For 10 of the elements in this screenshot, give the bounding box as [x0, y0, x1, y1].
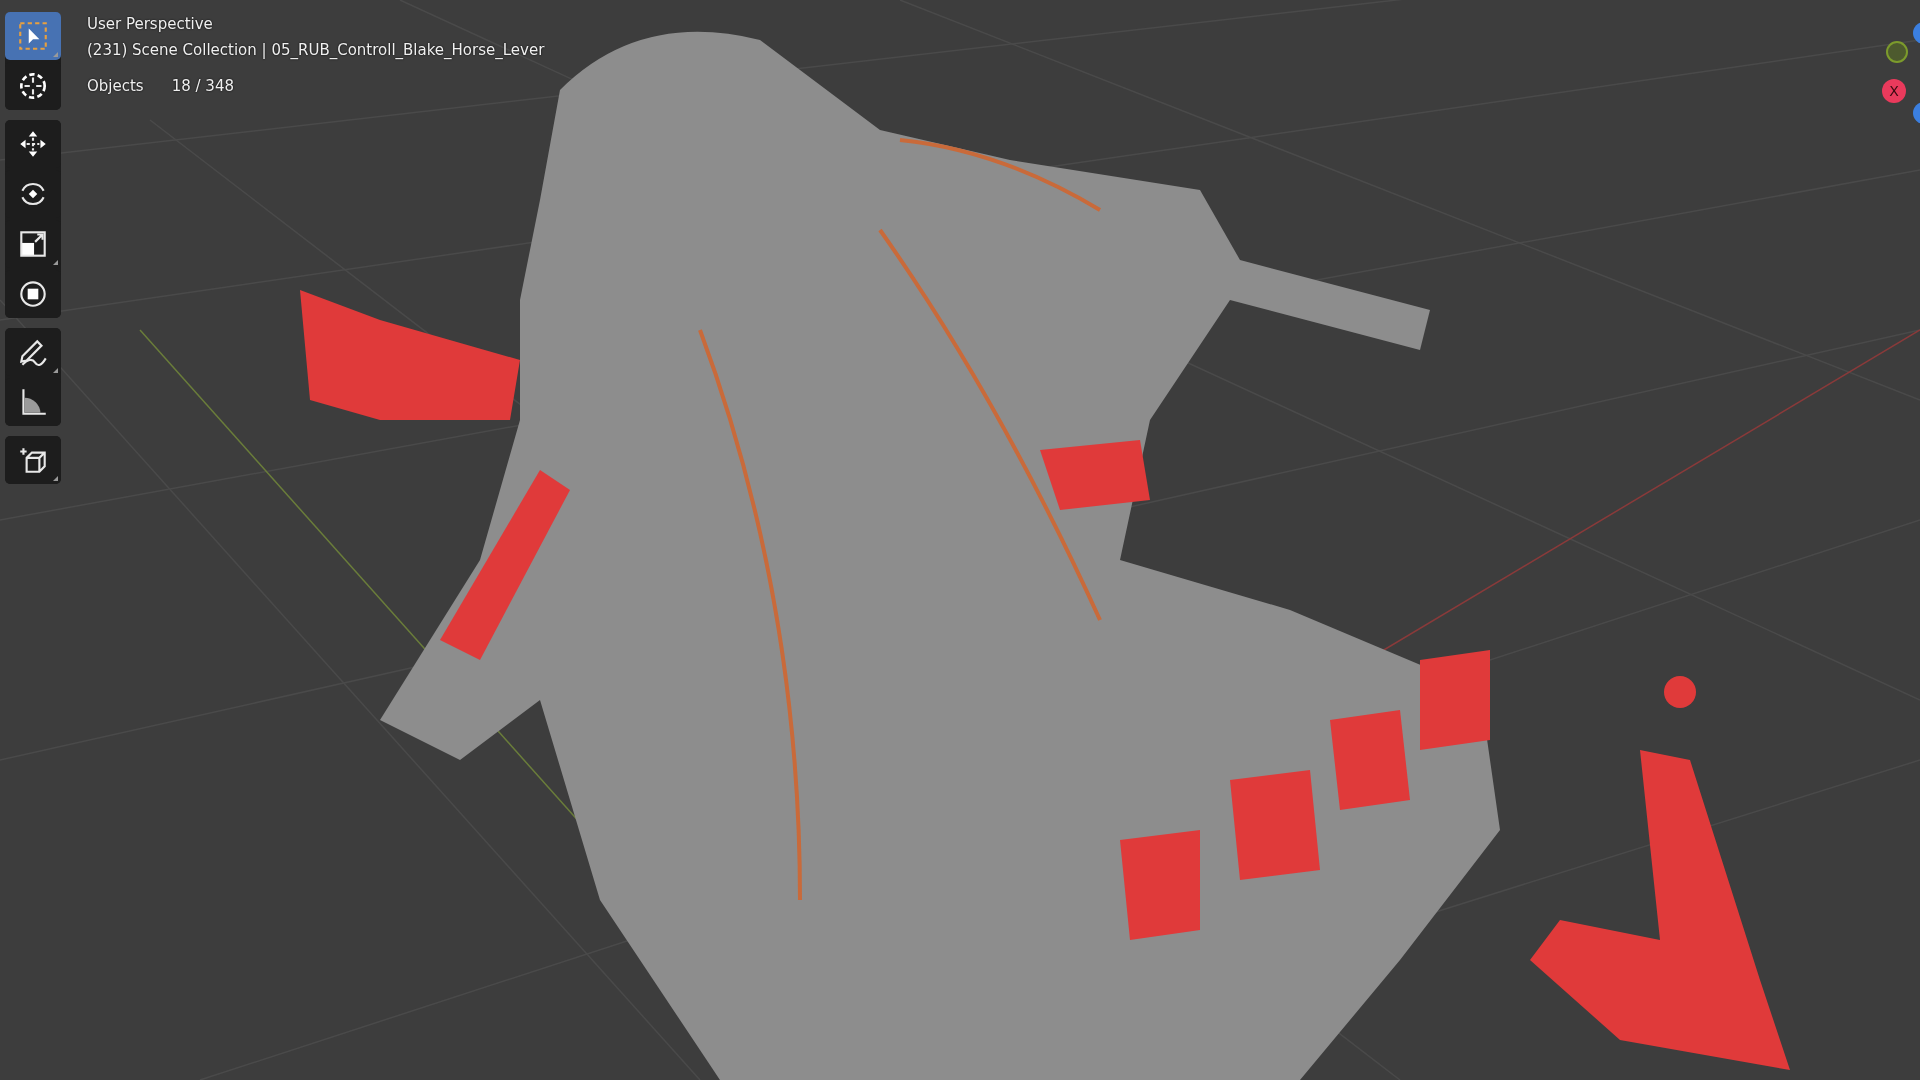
stat-label: Objects	[87, 77, 144, 95]
collection-line: (231) Scene Collection | 05_RUB_Controll_Blake_Horse_Lever	[87, 40, 545, 61]
pencil-tool-button[interactable]	[5, 328, 61, 376]
stat-value: 18 / 348	[171, 77, 234, 95]
view-name: User Perspective	[87, 14, 214, 35]
axis-z-negative-icon[interactable]	[1913, 102, 1920, 124]
add-cube-tool-button[interactable]	[5, 436, 61, 484]
axis-y-negative-icon[interactable]	[1886, 41, 1908, 63]
axis-x-button[interactable]: X	[1882, 79, 1906, 103]
axis-z-icon[interactable]	[1913, 22, 1920, 44]
